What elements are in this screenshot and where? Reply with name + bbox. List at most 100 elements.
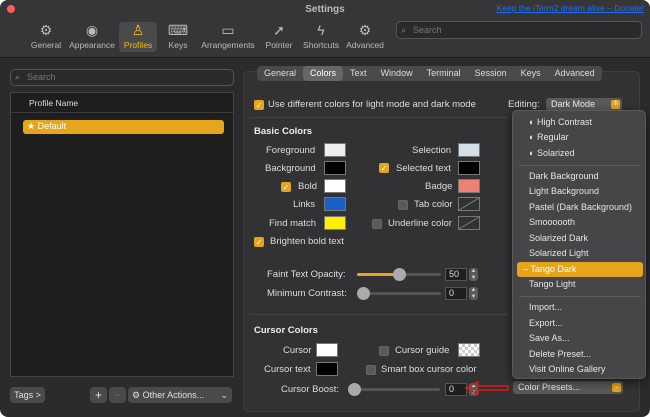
- links-swatch[interactable]: [324, 197, 346, 211]
- underline-color-swatch[interactable]: [458, 216, 480, 230]
- toolbar-label: Pointer: [265, 40, 293, 50]
- menu-item-delete-preset[interactable]: Delete Preset...: [517, 347, 643, 362]
- tab-color-swatch[interactable]: [458, 197, 480, 211]
- half-circle-icon: ◐: [529, 148, 535, 158]
- badge-label: Badge: [425, 181, 453, 192]
- profile-list: Profile Name ★ Default: [10, 92, 234, 377]
- smart-box-label: Smart box cursor color: [381, 364, 477, 375]
- tab-general[interactable]: General: [257, 66, 303, 81]
- tab-keys[interactable]: Keys: [514, 66, 548, 81]
- remove-profile-button[interactable]: −: [109, 387, 126, 403]
- tags-button[interactable]: Tags >: [10, 387, 45, 403]
- cursor-guide-swatch[interactable]: [458, 343, 480, 357]
- menu-item-tango-dark[interactable]: – Tango Dark: [517, 262, 643, 277]
- menu-item-label: High Contrast: [536, 117, 592, 127]
- bold-swatch[interactable]: [324, 179, 346, 193]
- menu-separator: [519, 165, 641, 166]
- menu-item-save-as[interactable]: Save As...: [517, 331, 643, 346]
- menu-item-export[interactable]: Export...: [517, 316, 643, 331]
- toolbar-arrangements[interactable]: ▭ Arrangements: [199, 22, 257, 52]
- menu-item-label: Solarized: [536, 148, 575, 158]
- gear-icon: ⚙: [132, 390, 141, 400]
- menu-item-light-background[interactable]: Light Background: [517, 184, 643, 199]
- toolbar-pointer[interactable]: ➚ Pointer: [263, 22, 295, 52]
- other-actions-button[interactable]: ⚙ Other Actions... ⌄: [128, 387, 232, 403]
- menu-item-dark-background[interactable]: Dark Background: [517, 169, 643, 184]
- slider-knob[interactable]: [348, 383, 361, 396]
- background-label: Background: [265, 163, 316, 174]
- faint-opacity-stepper[interactable]: ▲ ▼: [469, 268, 478, 281]
- add-profile-button[interactable]: +: [90, 387, 107, 403]
- menu-item-import[interactable]: Import...: [517, 300, 643, 315]
- tab-session[interactable]: Session: [468, 66, 514, 81]
- menu-item-visit-gallery[interactable]: Visit Online Gallery: [517, 362, 643, 377]
- toolbar-profiles[interactable]: ♙ Profiles: [119, 22, 157, 52]
- cursor-swatch[interactable]: [316, 343, 338, 357]
- tab-text[interactable]: Text: [343, 66, 374, 81]
- tab-colors[interactable]: Colors: [303, 66, 344, 81]
- bold-checkbox[interactable]: ✓: [281, 182, 291, 192]
- settings-window: Settings Keep the iTerm2 dream alive – D…: [0, 0, 650, 417]
- menu-item-label: Tango Dark: [530, 264, 577, 274]
- eye-icon: ◉: [85, 22, 99, 38]
- links-label: Links: [293, 199, 316, 210]
- cursor-guide-checkbox[interactable]: [379, 346, 389, 356]
- faint-opacity-input[interactable]: 50: [445, 268, 467, 281]
- menu-item-high-contrast[interactable]: ◐ High Contrast: [517, 115, 643, 130]
- profile-item-default[interactable]: ★ Default: [23, 120, 224, 134]
- foreground-swatch[interactable]: [324, 143, 346, 157]
- slider-knob[interactable]: [393, 268, 406, 281]
- underline-color-label: Underline color: [388, 218, 452, 229]
- pointer-icon: ➚: [273, 22, 285, 38]
- smart-box-checkbox[interactable]: [366, 365, 376, 375]
- menu-item-regular[interactable]: ◐ Regular: [517, 130, 643, 145]
- min-contrast-stepper[interactable]: ▲ ▼: [469, 287, 478, 300]
- color-presets-button[interactable]: Color Presets... ⌄: [513, 381, 623, 394]
- selected-text-label: Selected text: [396, 163, 451, 174]
- menu-item-tango-light[interactable]: Tango Light: [517, 277, 643, 292]
- selection-swatch[interactable]: [458, 143, 480, 157]
- menu-item-smoooooth[interactable]: Smoooooth: [517, 215, 643, 230]
- find-match-swatch[interactable]: [324, 216, 346, 230]
- toolbar-appearance[interactable]: ◉ Appearance: [68, 22, 116, 52]
- toolbar-advanced[interactable]: ⚙ Advanced: [345, 22, 385, 52]
- menu-item-solarized-dark[interactable]: Solarized Dark: [517, 231, 643, 246]
- menu-item-pastel[interactable]: Pastel (Dark Background): [517, 200, 643, 215]
- chevron-updown-icon: ⇕: [611, 100, 620, 109]
- tab-color-checkbox[interactable]: [398, 200, 408, 210]
- menu-item-label: Regular: [536, 132, 569, 142]
- menu-item-solarized-light[interactable]: Solarized Light: [517, 246, 643, 261]
- settings-search-input[interactable]: ⌕ Search: [396, 21, 642, 39]
- selected-text-swatch[interactable]: [458, 161, 480, 175]
- tab-terminal[interactable]: Terminal: [420, 66, 468, 81]
- profile-search-input[interactable]: ⌕ Search: [10, 69, 234, 86]
- min-contrast-slider[interactable]: [357, 287, 441, 300]
- slider-knob[interactable]: [357, 287, 370, 300]
- min-contrast-label: Minimum Contrast:: [267, 288, 347, 299]
- toolbar-shortcuts[interactable]: ϟ Shortcuts: [301, 22, 341, 52]
- cursor-boost-slider[interactable]: [348, 383, 440, 396]
- background-swatch[interactable]: [324, 161, 346, 175]
- tab-advanced[interactable]: Advanced: [548, 66, 602, 81]
- min-contrast-input[interactable]: 0: [445, 287, 467, 300]
- brighten-bold-checkbox[interactable]: ✓: [254, 237, 264, 247]
- faint-opacity-slider[interactable]: [357, 268, 441, 281]
- use-different-colors-checkbox[interactable]: ✓: [254, 100, 264, 110]
- search-icon: ⌕: [15, 72, 21, 82]
- cursor-text-swatch[interactable]: [316, 362, 338, 376]
- use-different-colors-label: Use different colors for light mode and …: [268, 99, 476, 110]
- search-icon: ⌕: [401, 25, 407, 35]
- badge-swatch[interactable]: [458, 179, 480, 193]
- cursor-text-label: Cursor text: [264, 364, 311, 375]
- toolbar-keys[interactable]: ⌨ Keys: [164, 22, 192, 52]
- star-icon: ★: [27, 121, 36, 131]
- cursor-colors-header: Cursor Colors: [254, 325, 318, 336]
- toolbar-label: Arrangements: [201, 40, 255, 50]
- menu-item-solarized[interactable]: ◐ Solarized: [517, 146, 643, 161]
- selection-label: Selection: [412, 145, 452, 156]
- tab-window[interactable]: Window: [374, 66, 420, 81]
- toolbar-general[interactable]: ⚙ General: [28, 22, 64, 52]
- underline-color-checkbox[interactable]: [372, 219, 382, 229]
- donate-link[interactable]: Keep the iTerm2 dream alive – Donate!: [497, 3, 644, 13]
- selected-text-checkbox[interactable]: ✓: [379, 163, 389, 173]
